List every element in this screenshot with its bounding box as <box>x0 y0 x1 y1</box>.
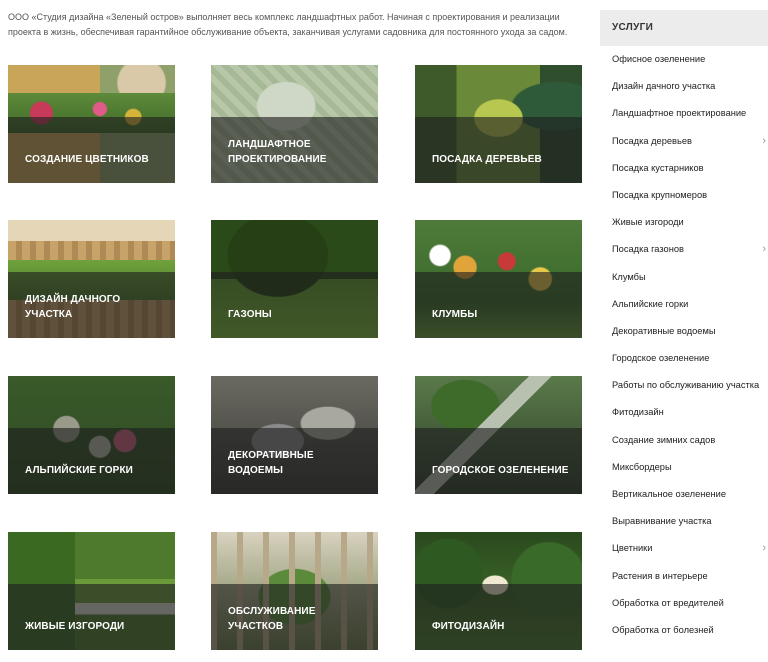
sidebar-item-label: Цветники <box>612 543 653 554</box>
sidebar-item[interactable]: Альпийские горки <box>600 291 768 318</box>
sidebar-item[interactable]: Цветники › <box>600 535 768 562</box>
services-grid: Создание цветников Ландшафтное проектиро… <box>0 0 590 662</box>
sidebar-item-label: Обработка от болезней <box>612 624 714 635</box>
sidebar-item[interactable]: Обработка от вредителей <box>600 590 768 617</box>
sidebar-item-label: Посадка деревьев <box>612 135 692 146</box>
sidebar-item[interactable]: Декоративные водоемы <box>600 318 768 345</box>
sidebar-item[interactable]: Выравнивание участка <box>600 508 768 535</box>
tile-caption: Фитодизайн <box>432 621 505 632</box>
sidebar-item-label: Дизайн дачного участка <box>612 81 716 92</box>
sidebar-item[interactable]: Создание зимних садов <box>600 427 768 454</box>
tile-caption: Газоны <box>228 309 272 320</box>
tile-phytodesign[interactable]: Фитодизайн <box>415 532 582 650</box>
tile-urban-greening[interactable]: Городское озеленение <box>415 376 582 494</box>
sidebar-item-label: Офисное озеленение <box>612 54 706 64</box>
sidebar-item-label: Растения в интерьере <box>612 570 708 581</box>
tile-caption: Дизайн дачного участка <box>25 294 121 320</box>
tile-caption: Городское озеленение <box>432 465 569 476</box>
sidebar-item[interactable]: Обработка от болезней <box>600 617 768 644</box>
sidebar-item[interactable]: Клумбы <box>600 264 768 291</box>
sidebar-item-label: Работы по обслуживанию участка <box>612 380 760 391</box>
tile-dacha-design[interactable]: Дизайн дачного участка <box>8 220 175 338</box>
tile-flowerbeds-creation[interactable]: Создание цветников <box>8 65 175 183</box>
sidebar-item-label: Клумбы <box>612 271 646 282</box>
sidebar-item-label: Миксбордеры <box>612 461 672 472</box>
services-sidebar: Услуги Офисное озеленение Дизайн дачного … <box>600 10 768 644</box>
tile-caption: Декоративные водоемы <box>228 450 314 476</box>
sidebar-item[interactable]: Работы по обслуживанию участка <box>600 372 768 399</box>
sidebar-item-label: Посадка газонов <box>612 244 684 255</box>
sidebar-item[interactable]: Посадка крупномеров <box>600 182 768 209</box>
tile-caption: Альпийские горки <box>25 465 133 476</box>
chevron-right-icon[interactable]: › <box>762 236 766 263</box>
sidebar-item-label: Городское озеленение <box>612 353 710 364</box>
sidebar-item-label: Фитодизайн <box>612 407 664 418</box>
tile-hedges[interactable]: Живые изгороди <box>8 532 175 650</box>
tile-caption: Посадка деревьев <box>432 154 542 165</box>
tile-landscape-design[interactable]: Ландшафтное проектирование <box>211 65 378 183</box>
sidebar-item-label: Обработка от вредителей <box>612 597 724 608</box>
tile-tree-planting[interactable]: Посадка деревьев <box>415 65 582 183</box>
sidebar-item-label: Декоративные водоемы <box>612 325 716 336</box>
sidebar-item[interactable]: Городское озеленение <box>600 345 768 372</box>
sidebar-item-label: Живые изгороди <box>612 217 684 228</box>
sidebar-item[interactable]: Офисное озеленение <box>600 46 768 73</box>
sidebar-item[interactable]: Посадка деревьев › <box>600 128 768 155</box>
tile-caption: Клумбы <box>432 309 478 320</box>
sidebar-item[interactable]: Дизайн дачного участка <box>600 73 768 100</box>
tile-decorative-ponds[interactable]: Декоративные водоемы <box>211 376 378 494</box>
tile-alpine-hills[interactable]: Альпийские горки <box>8 376 175 494</box>
tile-caption: Ландшафтное проектирование <box>228 139 327 165</box>
sidebar-item-label: Посадка кустарников <box>612 162 704 173</box>
sidebar-item-label: Создание зимних садов <box>612 434 716 445</box>
tile-lawns[interactable]: Газоны <box>211 220 378 338</box>
chevron-right-icon[interactable]: › <box>762 535 766 562</box>
sidebar-item[interactable]: Посадка кустарников <box>600 155 768 182</box>
sidebar-item[interactable]: Живые изгороди <box>600 209 768 236</box>
sidebar-item[interactable]: Посадка газонов › <box>600 236 768 263</box>
sidebar-item[interactable]: Ландшафтное проектирование <box>600 100 768 127</box>
sidebar-menu: Офисное озеленение Дизайн дачного участка… <box>600 46 768 644</box>
tile-flowerbeds[interactable]: Клумбы <box>415 220 582 338</box>
sidebar-item[interactable]: Фитодизайн <box>600 399 768 426</box>
sidebar-title: Услуги <box>600 10 768 46</box>
sidebar-item[interactable]: Вертикальное озеленение <box>600 481 768 508</box>
sidebar-item-label: Ландшафтное проектирование <box>612 108 747 119</box>
tile-caption: Создание цветников <box>25 154 149 165</box>
sidebar-item-label: Посадка крупномеров <box>612 189 708 200</box>
tile-caption: Обслуживание участков <box>228 606 316 632</box>
tile-caption: Живые изгороди <box>25 621 125 632</box>
chevron-right-icon[interactable]: › <box>762 128 766 155</box>
sidebar-item-label: Альпийские горки <box>612 298 689 309</box>
sidebar-item-label: Вертикальное озеленение <box>612 489 727 499</box>
sidebar-item[interactable]: Растения в интерьере <box>600 563 768 590</box>
sidebar-item[interactable]: Миксбордеры <box>600 454 768 481</box>
sidebar-item-label: Выравнивание участка <box>612 516 712 527</box>
tile-site-maintenance[interactable]: Обслуживание участков <box>211 532 378 650</box>
